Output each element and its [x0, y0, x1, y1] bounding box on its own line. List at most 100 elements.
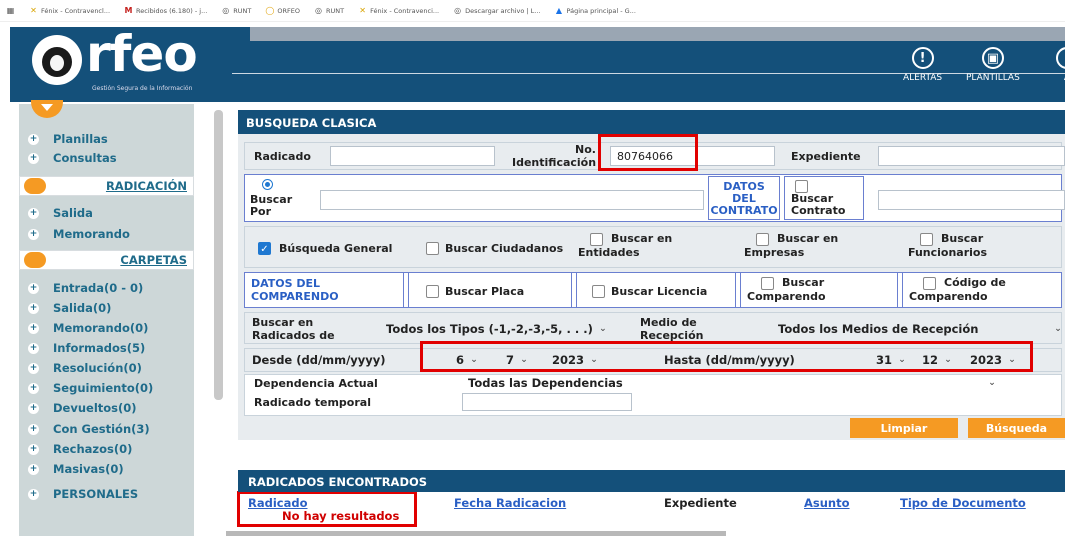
- sidebar-item-label: PERSONALES: [53, 487, 139, 501]
- buscar-empresas-checkbox[interactable]: [756, 232, 769, 246]
- desde-year-select[interactable]: 2023 ⌄: [552, 353, 600, 367]
- col-fecha-radicacion[interactable]: Fecha Radicacion: [454, 496, 566, 510]
- sidebar-item-masivas[interactable]: + Masivas(0): [19, 462, 194, 476]
- col-radicado[interactable]: Radicado: [248, 496, 308, 510]
- medios-select[interactable]: Todos los Medios de Recepción ⌄: [778, 322, 1064, 336]
- alert-icon: !: [911, 47, 934, 69]
- datos-comparendo-link[interactable]: DATOS DEL COMPARENDO: [244, 272, 404, 308]
- sidebar-item-informados[interactable]: + Informados(5): [19, 341, 194, 355]
- bookmark-item[interactable]: M Recibidos (6.180) - j...: [124, 6, 208, 15]
- buscar-contrato-line2: Contrato: [791, 204, 846, 217]
- sidebar-item-label: Resolución(0): [53, 361, 142, 375]
- sidebar-item-rechazos[interactable]: + Rechazos(0): [19, 442, 194, 456]
- plus-icon: +: [28, 342, 39, 354]
- sidebar-item-planillas[interactable]: + Planillas: [19, 132, 194, 146]
- plus-icon: +: [28, 382, 39, 394]
- bookmark-item[interactable]: ◎ RUNT: [221, 6, 251, 15]
- results-title: RADICADOS ENCONTRADOS: [238, 470, 1065, 492]
- sidebar-item-memorando[interactable]: + Memorando: [19, 227, 194, 241]
- buscar-por-radio[interactable]: [262, 179, 273, 190]
- buscar-funcionarios-option[interactable]: Buscar Funcionarios: [908, 232, 987, 259]
- sidebar-item-salida-folder[interactable]: + Salida(0): [19, 301, 194, 315]
- dependencia-select[interactable]: Todas las Dependencias ⌄: [468, 376, 998, 390]
- sidebar-item-consultas[interactable]: + Consultas: [19, 151, 194, 165]
- bookmark-label: Descargar archivo | L...: [465, 6, 541, 15]
- checkbox-checked-icon[interactable]: ✓: [258, 242, 271, 255]
- bookmark-label: Fénix - Contravencl...: [41, 6, 111, 15]
- buscar-comparendo-checkbox[interactable]: [761, 276, 774, 290]
- radicado-temporal-input[interactable]: [462, 393, 632, 411]
- radicado-input[interactable]: [330, 146, 495, 166]
- expediente-input[interactable]: [878, 146, 1065, 166]
- hasta-month-value: 12: [922, 353, 939, 367]
- horizontal-scrollbar[interactable]: [226, 531, 726, 536]
- codigo-comparendo-option[interactable]: Código de Comparendo: [902, 272, 1062, 308]
- busqueda-button[interactable]: Búsqueda: [968, 418, 1065, 438]
- buscar-funcionarios-line1: Buscar: [941, 232, 984, 245]
- sidebar-item-label: Con Gestión(3): [53, 422, 150, 436]
- buscar-por-input[interactable]: [320, 190, 704, 210]
- hasta-month-select[interactable]: 12 ⌄: [922, 353, 954, 367]
- col-asunto[interactable]: Asunto: [804, 496, 850, 510]
- bookmark-item[interactable]: ▲ Página principal - G...: [554, 6, 636, 15]
- bookmark-label: RUNT: [326, 6, 345, 15]
- bookmark-item[interactable]: ◎ Descargar archivo | L...: [453, 6, 540, 15]
- desde-day-select[interactable]: 6 ⌄: [456, 353, 480, 367]
- sidebar-item-memorando-folder[interactable]: + Memorando(0): [19, 321, 194, 335]
- buscar-entidades-checkbox[interactable]: [590, 232, 603, 246]
- sidebar-item-entrada[interactable]: + Entrada(0 - 0): [19, 281, 194, 295]
- buscar-licencia-checkbox[interactable]: [592, 285, 605, 298]
- chevron-down-icon: [41, 104, 53, 111]
- radicacion-icon: [24, 178, 46, 194]
- sidebar-scrollbar[interactable]: [214, 110, 223, 400]
- sidebar-item-label: Devueltos(0): [53, 401, 137, 415]
- sidebar-item-salida[interactable]: + Salida: [19, 206, 194, 220]
- search-title: BUSQUEDA CLASICA: [238, 110, 1065, 134]
- buscar-ciudadanos-checkbox[interactable]: [426, 242, 439, 255]
- buscar-empresas-option[interactable]: Buscar en Empresas: [744, 232, 838, 259]
- plus-icon: +: [28, 302, 39, 314]
- sidebar-item-seguimiento[interactable]: + Seguimiento(0): [19, 381, 194, 395]
- bookmark-item[interactable]: ✕ Fénix - Contravencl...: [29, 6, 110, 15]
- col-tipo-documento[interactable]: Tipo de Documento: [900, 496, 1026, 510]
- plus-icon: +: [28, 282, 39, 294]
- bookmark-item[interactable]: ◎ RUNT: [314, 6, 344, 15]
- plantillas-button[interactable]: ▣ PLANTILLAS: [966, 47, 1020, 83]
- section-carpetas[interactable]: CARPETAS: [19, 250, 194, 270]
- bookmark-item[interactable]: ✕ Fénix - Contravenci...: [358, 6, 439, 15]
- plus-icon: +: [28, 488, 39, 500]
- tipos-select[interactable]: Todos los Tipos (-1,-2,-3,-5, . . .) ⌄: [386, 322, 609, 336]
- hasta-day-select[interactable]: 31 ⌄: [876, 353, 908, 367]
- bookmark-item[interactable]: ◯ ORFEO: [265, 6, 300, 15]
- bookmark-label: Página principal - G...: [566, 6, 636, 15]
- hasta-year-select[interactable]: 2023 ⌄: [970, 353, 1018, 367]
- buscar-placa-option[interactable]: Buscar Placa: [426, 285, 524, 298]
- buscar-empresas-line2: Empresas: [744, 245, 805, 259]
- contrato-input[interactable]: [878, 190, 1065, 210]
- sidebar-item-con-gestion[interactable]: + Con Gestión(3): [19, 422, 194, 436]
- codigo-comparendo-checkbox[interactable]: [923, 276, 936, 290]
- desde-month-select[interactable]: 7 ⌄: [506, 353, 530, 367]
- buscar-comparendo-option[interactable]: Buscar Comparendo: [740, 272, 898, 308]
- limpiar-button[interactable]: Limpiar: [850, 418, 958, 438]
- sidebar-item-personales[interactable]: + PERSONALES: [19, 487, 194, 501]
- chevron-down-icon: ⌄: [599, 324, 607, 334]
- collapse-toggle[interactable]: [31, 100, 63, 118]
- identificacion-input[interactable]: 80764066: [610, 146, 775, 166]
- buscar-funcionarios-checkbox[interactable]: [920, 232, 933, 246]
- buscar-entidades-option[interactable]: Buscar en Entidades: [578, 232, 672, 259]
- buscar-placa-checkbox[interactable]: [426, 285, 439, 298]
- buscar-licencia-option[interactable]: Buscar Licencia: [592, 285, 707, 298]
- section-radicacion[interactable]: RADICACIÓN: [19, 176, 194, 196]
- alertas-button[interactable]: ! ALERTAS: [903, 47, 942, 83]
- sidebar-item-label: Memorando: [53, 227, 130, 241]
- busqueda-general-option[interactable]: ✓ Búsqueda General: [258, 242, 392, 255]
- sidebar-item-resolucion[interactable]: + Resolución(0): [19, 361, 194, 375]
- datos-contrato-link[interactable]: DATOS DEL CONTRATO: [708, 176, 780, 220]
- sidebar-item-devueltos[interactable]: + Devueltos(0): [19, 401, 194, 415]
- tipos-select-value: Todos los Tipos (-1,-2,-3,-5, . . .): [386, 322, 593, 336]
- apps-icon[interactable]: ▦: [6, 6, 15, 15]
- more-button[interactable]: A: [1056, 47, 1065, 83]
- buscar-ciudadanos-option[interactable]: Buscar Ciudadanos: [426, 242, 563, 255]
- datos-comparendo-line1: DATOS DEL: [251, 277, 321, 290]
